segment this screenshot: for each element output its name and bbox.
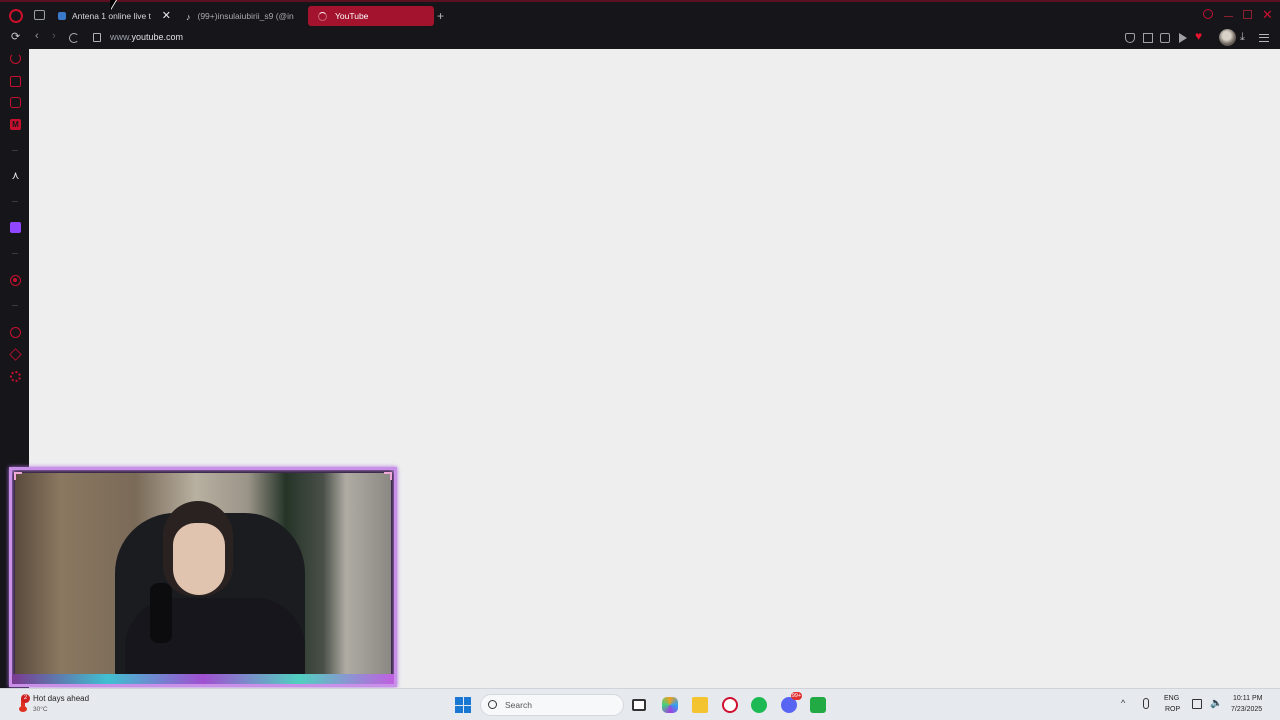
aria-icon[interactable] <box>10 53 21 64</box>
player-icon[interactable] <box>1179 33 1187 43</box>
microphone <box>150 583 172 643</box>
minimize-icon[interactable] <box>1224 16 1233 17</box>
volume-icon[interactable]: 🔈 <box>1210 698 1222 709</box>
mouse-cursor-icon <box>110 0 116 10</box>
windows-start-icon[interactable] <box>455 697 471 713</box>
spotify-icon[interactable] <box>751 697 767 713</box>
language-indicator[interactable]: ENG <box>1164 695 1179 702</box>
tab-close-icon[interactable]: ✕ <box>162 9 171 22</box>
profile-avatar[interactable] <box>1219 29 1236 46</box>
keyboard-layout[interactable]: ROP <box>1165 706 1180 713</box>
copilot-icon[interactable] <box>662 697 678 713</box>
extensions-icon[interactable] <box>1160 33 1170 43</box>
tab-label: Antena 1 online live t <box>72 11 151 21</box>
search-icon <box>488 700 497 709</box>
tab-youtube[interactable]: YouTube <box>308 6 434 26</box>
stop-loading-icon[interactable] <box>69 33 79 43</box>
sidebar-divider <box>12 150 18 151</box>
green-app-icon[interactable] <box>810 697 826 713</box>
person-face <box>173 523 225 595</box>
webcam-feed <box>15 473 391 676</box>
snapshot-icon[interactable] <box>1143 33 1153 43</box>
opera-logo-icon[interactable] <box>9 9 23 23</box>
tray-chevron-icon[interactable]: ^ <box>1121 698 1125 708</box>
network-icon[interactable] <box>1192 699 1202 709</box>
sidebar-divider <box>12 201 18 202</box>
cube-icon[interactable] <box>9 348 22 361</box>
search-placeholder: Search <box>505 700 532 710</box>
tab-search-icon[interactable] <box>1203 9 1213 19</box>
messenger-icon[interactable] <box>10 97 21 108</box>
task-view-icon[interactable] <box>632 699 646 711</box>
tab-label: YouTube <box>335 11 369 21</box>
tab-label: (99+)insulaiubirii_s9 (@in <box>197 11 294 21</box>
webcam-overlay <box>9 467 397 687</box>
address-bar: ⟳ ‹ › www.youtube.com ♥ ⤓ <box>0 28 1280 49</box>
frame-corner <box>384 472 392 480</box>
opera-app-icon[interactable] <box>722 697 738 713</box>
new-tab-button[interactable]: + <box>437 9 444 23</box>
m-app-icon[interactable]: M <box>10 119 21 130</box>
tab-bar: Antena 1 online live t ✕ ♪ (99+)insulaiu… <box>0 0 1280 28</box>
url-prefix: www. <box>110 32 132 42</box>
twitch-icon[interactable] <box>10 222 21 233</box>
file-explorer-icon[interactable] <box>692 697 708 713</box>
reload-icon[interactable]: ⟳ <box>11 30 20 43</box>
sidebar-divider <box>12 305 18 306</box>
clock-time[interactable]: 10:11 PM <box>1233 695 1262 702</box>
ai-triangle-icon[interactable]: ⋏ <box>10 171 21 182</box>
close-window-icon[interactable]: ✕ <box>1262 7 1273 23</box>
sidebar-divider <box>12 253 18 254</box>
tiktok-favicon-icon: ♪ <box>186 12 191 22</box>
history-icon[interactable] <box>10 327 21 338</box>
antena-favicon-icon <box>58 12 66 20</box>
tab-overview-icon[interactable] <box>34 10 45 20</box>
forward-icon[interactable]: › <box>52 30 56 42</box>
back-icon[interactable]: ‹ <box>35 30 39 42</box>
frame-corner <box>14 472 22 480</box>
weather-temp: 30°C <box>33 706 48 713</box>
clock-date[interactable]: 7/23/2025 <box>1231 706 1262 713</box>
tab-tiktok[interactable]: ♪ (99+)insulaiubirii_s9 (@in <box>180 6 304 26</box>
discord-badge: 99+ <box>791 692 802 700</box>
taskbar: 2 Hot days ahead 30°C Search 99+ ^ ENG R… <box>0 688 1280 720</box>
heart-icon[interactable]: ♥ <box>1195 29 1209 43</box>
settings-icon[interactable] <box>10 371 21 382</box>
url-host: youtube.com <box>131 32 184 42</box>
weather-title[interactable]: Hot days ahead <box>33 694 89 703</box>
shopping-icon[interactable] <box>10 76 21 87</box>
maximize-icon[interactable] <box>1243 10 1252 19</box>
microphone-icon[interactable] <box>1143 698 1149 709</box>
record-icon[interactable] <box>10 275 21 286</box>
url-field[interactable]: www.youtube.com <box>110 32 183 42</box>
menu-icon[interactable] <box>1259 34 1269 42</box>
webcam-led-strip <box>12 674 394 684</box>
taskbar-search-input[interactable]: Search <box>480 694 624 716</box>
loading-spinner-icon <box>318 11 327 21</box>
download-icon[interactable]: ⤓ <box>1240 31 1251 43</box>
weather-badge: 2 <box>21 694 30 703</box>
pin-icon[interactable] <box>1125 33 1135 43</box>
lock-icon[interactable] <box>93 33 101 42</box>
